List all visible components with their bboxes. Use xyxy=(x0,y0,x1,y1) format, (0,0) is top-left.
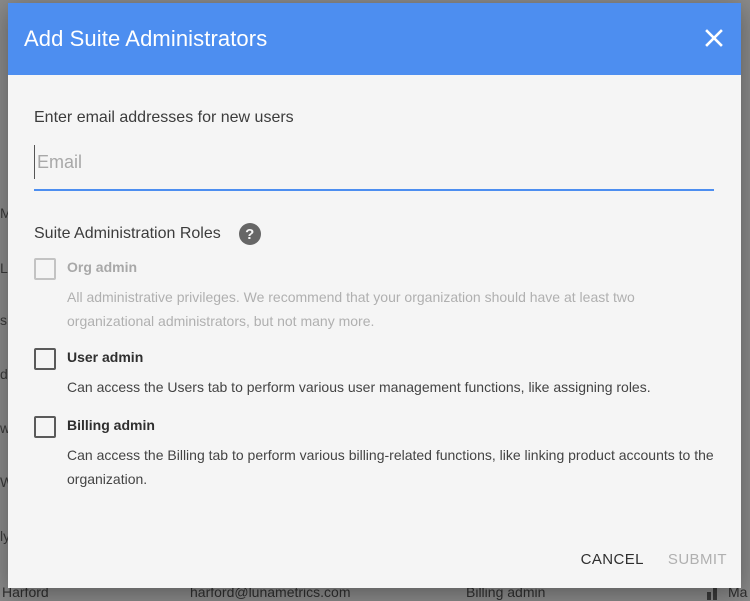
billing-admin-checkbox[interactable] xyxy=(34,416,56,438)
billing-admin-description: Can access the Billing tab to perform va… xyxy=(67,447,714,487)
help-icon[interactable]: ? xyxy=(238,223,261,245)
email-input[interactable] xyxy=(34,145,707,179)
add-suite-administrators-dialog: Add Suite Administrators Enter email add… xyxy=(8,3,741,588)
user-admin-checkbox[interactable] xyxy=(34,348,56,370)
org-admin-name: Org admin xyxy=(67,259,138,275)
user-admin-name: User admin xyxy=(67,349,144,365)
billing-admin-name: Billing admin xyxy=(67,417,155,433)
org-admin-description: All administrative privileges. We recomm… xyxy=(67,289,635,329)
email-field-container xyxy=(34,145,714,191)
background-edge-text: d xyxy=(0,366,8,382)
roles-heading: Suite Administration Roles ? xyxy=(34,223,261,245)
submit-button[interactable]: SUBMIT xyxy=(668,551,727,568)
cancel-button[interactable]: CANCEL xyxy=(581,551,644,568)
user-admin-description: Can access the Users tab to perform vari… xyxy=(67,379,651,395)
dialog-title: Add Suite Administrators xyxy=(24,26,268,51)
email-label: Enter email addresses for new users xyxy=(34,109,294,126)
close-button[interactable] xyxy=(701,25,727,51)
dialog-actions: CANCEL SUBMIT xyxy=(581,551,727,568)
close-icon xyxy=(705,29,723,47)
roles-heading-label: Suite Administration Roles xyxy=(34,225,221,242)
org-admin-checkbox xyxy=(34,258,56,280)
dialog-header: Add Suite Administrators xyxy=(8,3,741,75)
